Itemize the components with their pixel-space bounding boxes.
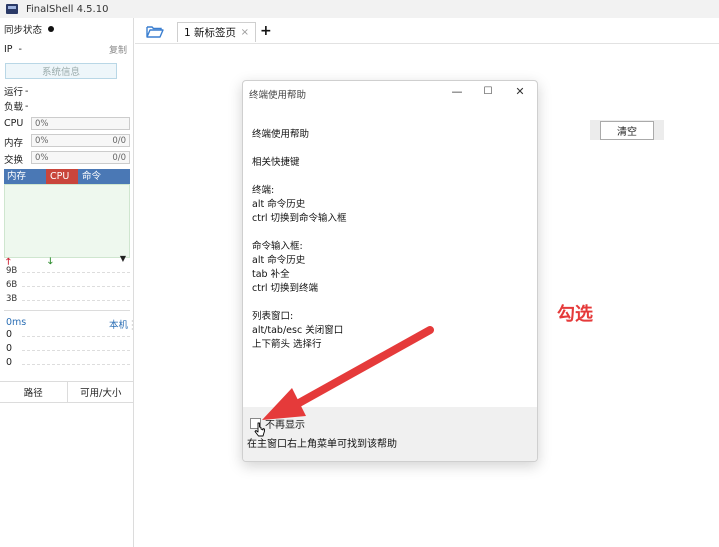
net-scale-label: 6B [6,280,18,290]
add-tab-button[interactable]: + [260,23,272,39]
cpu-label: CPU [4,118,24,129]
help-line: ctrl 切换到终端 [252,283,319,294]
window-title: FinalShell 4.5.10 [26,3,109,15]
mem-value: 0% [35,135,49,146]
load-row: 负载 - [4,99,129,114]
proc-col-cpu[interactable]: CPU [46,169,78,184]
ip-value: - [18,43,22,55]
divider [4,310,130,311]
ping-value: 0 [6,329,13,340]
process-table-header: 内存 CPU 命令 [4,169,130,184]
ip-label: IP [4,43,13,55]
maximize-icon[interactable]: ☐ [479,86,497,97]
mem-label: 内存 [4,138,24,149]
clear-button[interactable]: 清空 [600,121,654,140]
net-grid-line [22,300,130,301]
ping-ms: 0ms [6,317,27,328]
close-icon[interactable]: ✕ [511,85,529,98]
dialog-title: 终端使用帮助 [249,90,307,101]
ip-row: IP - 复制 [4,42,129,56]
dont-show-label: 不再显示 [265,420,305,431]
ping-grid-line [22,350,130,351]
tab-bar: 1 新标签页 × + [135,18,719,44]
uptime-value: - [25,85,29,97]
net-grid-line [22,286,130,287]
help-line: 终端使用帮助 [252,129,310,140]
sidebar: 同步状态 IP - 复制 系统信息 运行 - 负载 - CPU 0% 内存 0%… [0,18,134,547]
window-titlebar: FinalShell 4.5.10 [0,0,719,18]
annotation-label: 勾选 [557,304,593,325]
proc-col-memory[interactable]: 内存 [4,169,46,184]
tab-label: 1 新标签页 [184,27,237,39]
system-info-button[interactable]: 系统信息 [5,63,117,79]
ping-grid-line [22,364,130,365]
process-table-body [4,184,130,258]
sync-status-dot-icon [48,26,55,32]
net-scale-label: 9B [6,266,18,276]
help-line: 命令输入框: [252,241,303,252]
app-logo-icon [6,4,18,14]
swap-label: 交换 [4,155,24,166]
mouse-cursor-icon [254,422,265,437]
help-line: 上下箭头 选择行 [252,339,322,350]
help-line: ctrl 切换到命令输入框 [252,213,347,224]
minimize-icon[interactable]: — [448,85,466,98]
help-line: tab 补全 [252,269,290,280]
tab-new[interactable]: 1 新标签页 × [177,22,256,42]
file-col-size[interactable]: 可用/大小 [66,382,135,402]
file-col-path[interactable]: 路径 [0,382,67,402]
network-dropdown-icon[interactable]: ▼ [120,254,126,263]
uptime-label: 运行 [4,87,24,98]
swap-total: 0/0 [112,152,126,163]
file-system-header: 路径 可用/大小 [0,381,134,403]
ping-grid-line [22,336,130,337]
help-line: 终端: [252,185,275,196]
cpu-value: 0% [35,118,49,129]
load-value: - [25,100,29,112]
sidebar-splitter-handle[interactable]: · · · [131,318,134,334]
load-label: 负载 [4,102,24,113]
sync-status-label: 同步状态 [4,25,43,36]
ping-value: 0 [6,357,13,368]
uptime-row: 运行 - [4,84,129,99]
net-grid-line [22,272,130,273]
swap-value: 0% [35,152,49,163]
swap-meter: 0% 0/0 [31,151,130,164]
help-line: alt 命令历史 [252,255,306,266]
mem-meter: 0% 0/0 [31,134,130,147]
footer-note: 在主窗口右上角菜单可找到该帮助 [247,439,397,450]
ping-value: 0 [6,343,13,354]
dialog-footer: 不再显示 在主窗口右上角菜单可找到该帮助 [243,407,537,461]
help-line: alt/tab/esc 关闭窗口 [252,325,344,336]
sync-status-row: 同步状态 [4,22,129,36]
help-dialog: 终端使用帮助 — ☐ ✕ 终端使用帮助 相关快捷键 终端: alt 命令历史 c… [242,80,538,462]
net-scale-label: 3B [6,294,18,304]
help-line: alt 命令历史 [252,199,306,210]
network-graph: 9B 6B 3B [4,265,130,309]
copy-ip-link[interactable]: 复制 [109,43,127,56]
tab-close-icon[interactable]: × [241,27,249,38]
help-line: 相关快捷键 [252,157,300,168]
cpu-meter: 0% [31,117,130,130]
proc-col-command[interactable]: 命令 [78,169,130,184]
ping-header: 0ms 本机 [4,317,130,331]
ping-host[interactable]: 本机 [109,317,128,331]
mem-total: 0/0 [112,135,126,146]
folder-open-icon[interactable] [146,25,164,38]
dialog-body: 终端使用帮助 相关快捷键 终端: alt 命令历史 ctrl 切换到命令输入框 … [243,109,537,411]
help-line: 列表窗口: [252,311,294,322]
